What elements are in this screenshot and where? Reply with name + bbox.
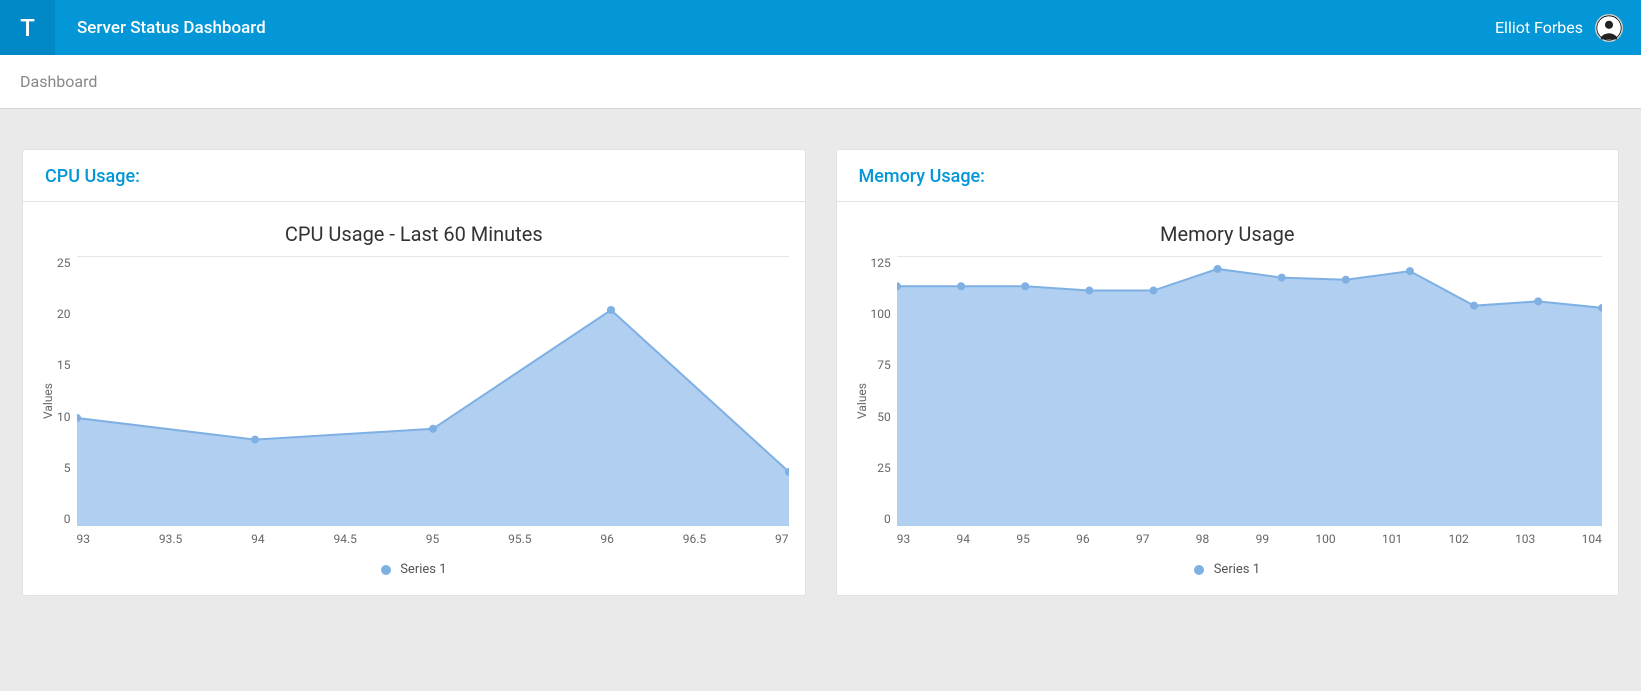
avatar[interactable] (1595, 14, 1623, 42)
panels-row: CPU Usage: CPU Usage - Last 60 Minutes V… (0, 109, 1641, 626)
breadcrumb[interactable]: Dashboard (20, 72, 97, 91)
legend-label-memory: Series 1 (1214, 562, 1260, 577)
legend-label-cpu: Series 1 (400, 562, 446, 577)
breadcrumb-bar: Dashboard (0, 55, 1641, 109)
x-ticks-memory: 93949596979899100101102103104 (897, 526, 1602, 546)
panel-heading-memory: Memory Usage: (837, 150, 1619, 202)
y-ticks-memory: 1251007550250 (871, 256, 897, 526)
app-logo[interactable]: T (0, 0, 55, 55)
y-ticks-cpu: 2520151050 (57, 256, 77, 526)
app-title: Server Status Dashboard (77, 18, 266, 38)
topbar: T Server Status Dashboard Elliot Forbes (0, 0, 1641, 55)
legend-cpu: Series 1 (39, 562, 789, 577)
y-axis-label-cpu: Values (39, 256, 57, 546)
legend-dot-icon (381, 565, 391, 575)
panel-heading-cpu: CPU Usage: (23, 150, 805, 202)
y-axis-label-memory: Values (853, 256, 871, 546)
chart-svg-memory (897, 256, 1602, 526)
chart-svg-cpu (77, 256, 789, 526)
legend-dot-icon (1194, 565, 1204, 575)
x-ticks-cpu: 9393.59494.59595.59696.597 (77, 526, 789, 546)
panel-cpu: CPU Usage: CPU Usage - Last 60 Minutes V… (22, 149, 806, 596)
user-name[interactable]: Elliot Forbes (1495, 18, 1583, 37)
legend-memory: Series 1 (853, 562, 1603, 577)
panel-memory: Memory Usage: Memory Usage Values 125100… (836, 149, 1620, 596)
chart-title-memory: Memory Usage (853, 222, 1603, 246)
avatar-icon (1596, 15, 1622, 41)
chart-title-cpu: CPU Usage - Last 60 Minutes (39, 222, 789, 246)
